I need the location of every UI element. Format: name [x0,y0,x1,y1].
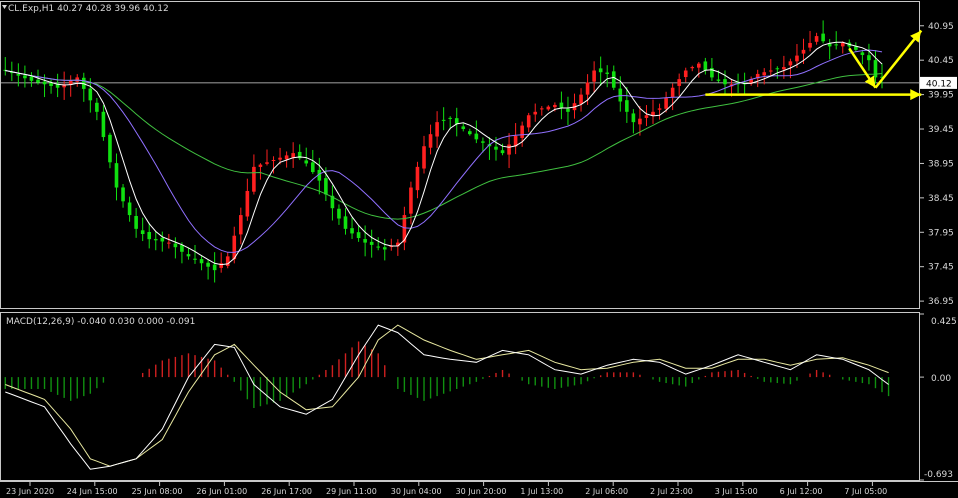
macd-tick-top: 0.425 [931,317,957,327]
macd-header: MACD(12,26,9) -0.040 0.030 0.000 -0.091 [6,317,195,327]
chart-text-overlay: CL.Exp,H1 40.27 40.28 39.96 40.12 MACD(1… [6,4,957,480]
macd-tick-bottom: -0.693 [924,470,953,480]
chart-window: 40.95 40.45 39.95 39.45 38.95 38.45 37.95 37.45… [0,0,958,498]
macd-tick-zero: 0.00 [931,374,951,384]
symbol-header: CL.Exp,H1 40.27 40.28 39.96 40.12 [8,4,169,14]
